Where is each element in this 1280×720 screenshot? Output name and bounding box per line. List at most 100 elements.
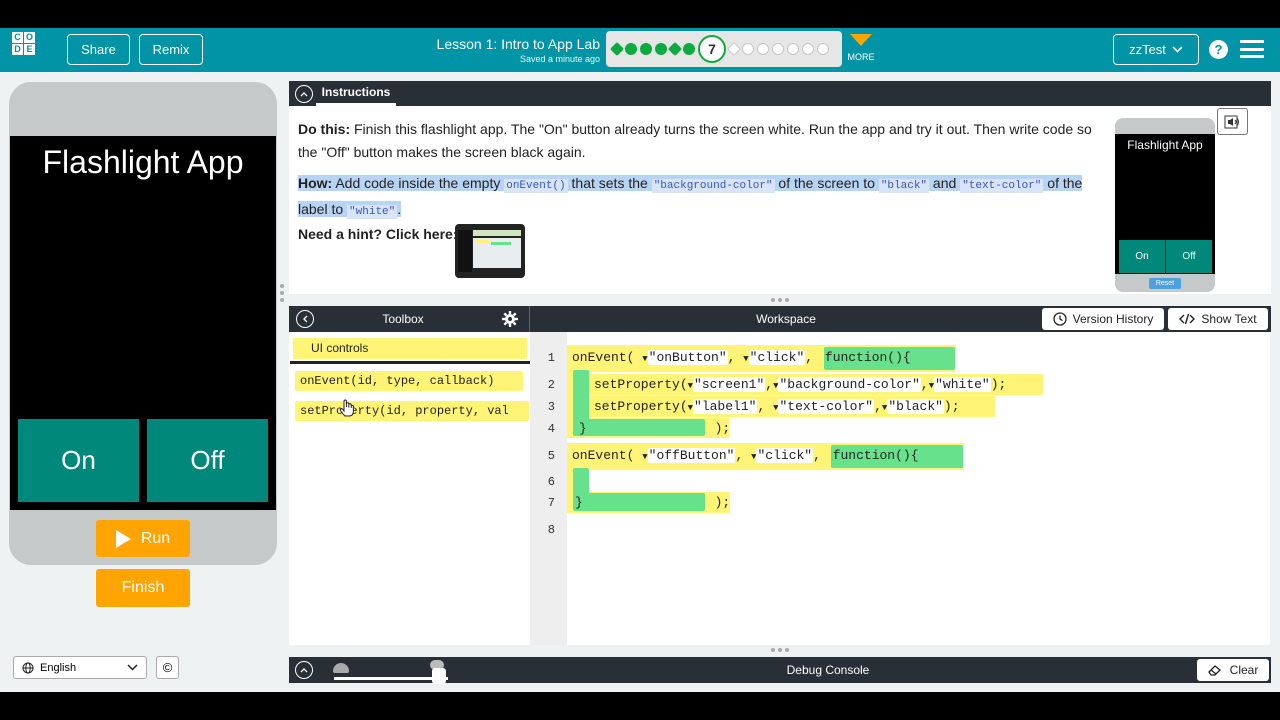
help-icon[interactable]: ?: [1209, 40, 1228, 59]
finish-button[interactable]: Finish: [96, 569, 190, 607]
remix-button[interactable]: Remix: [139, 34, 203, 65]
how-highlight: How: Add code inside the empty onEvent()…: [298, 175, 1083, 219]
progress-level-4[interactable]: [655, 43, 667, 55]
how-label: How:: [298, 175, 333, 191]
progress-level-11[interactable]: [772, 43, 784, 55]
text-to-speech-button[interactable]: [1217, 108, 1248, 135]
progress-level-1[interactable]: [609, 41, 625, 57]
how-paragraph: How: Add code inside the empty onEvent()…: [298, 172, 1112, 224]
empty-statement-slot[interactable]: [589, 472, 615, 492]
run-button[interactable]: Run: [96, 520, 190, 557]
logo-letter-c: C: [12, 32, 23, 43]
code-org-logo[interactable]: C O D E: [12, 32, 46, 66]
expand-debug-icon[interactable]: [295, 661, 313, 679]
gear-icon[interactable]: [502, 311, 518, 327]
mini-off-button: Off: [1166, 240, 1212, 273]
progress-level-14[interactable]: [817, 43, 829, 55]
show-text-label: Show Text: [1201, 312, 1257, 326]
progress-level-13[interactable]: [802, 43, 814, 55]
workspace-title: Workspace: [756, 312, 816, 326]
clear-console-button[interactable]: Clear: [1197, 659, 1269, 681]
line-number: 6: [547, 475, 555, 489]
code-tag: "background-color": [651, 179, 775, 193]
version-history-label: Version History: [1072, 312, 1154, 326]
tab-instructions[interactable]: Instructions: [316, 81, 396, 106]
code-string-dropdown[interactable]: "click": [756, 448, 814, 463]
code-function-keyword: function(){: [824, 350, 911, 365]
do-this-paragraph: Do this: Finish this flashlight app. The…: [298, 118, 1112, 164]
code-function-name: onEvent(: [572, 350, 635, 365]
how-text: and: [929, 175, 961, 191]
language-select[interactable]: English: [13, 656, 147, 679]
logo-blank: [36, 32, 47, 43]
show-text-button[interactable]: Show Text: [1168, 308, 1268, 330]
code-string-dropdown[interactable]: "onButton": [647, 350, 728, 365]
code-string-dropdown[interactable]: "black": [887, 399, 944, 414]
chevron-down-icon: [1172, 46, 1183, 53]
progress-level-8[interactable]: [726, 41, 742, 57]
speed-slider-track[interactable]: [334, 677, 448, 680]
logo-blank: [36, 44, 47, 55]
code-close-brace: }: [575, 495, 583, 510]
toolbox-block-setproperty[interactable]: setProperty(id, property, val: [295, 401, 529, 421]
app-off-button[interactable]: Off: [147, 419, 268, 502]
collapse-instructions-icon[interactable]: [295, 85, 313, 103]
code-close-paren: );: [714, 421, 731, 436]
app-on-button[interactable]: On: [18, 419, 139, 502]
code-string-dropdown[interactable]: "white": [934, 377, 991, 392]
code-function-name: setProperty(: [594, 399, 688, 414]
user-menu-button[interactable]: zzTest: [1113, 34, 1199, 65]
progress-level-6[interactable]: [683, 43, 695, 55]
code-tag: onEvent(): [504, 179, 568, 193]
speed-slider-handle[interactable]: [432, 668, 446, 684]
code-string-dropdown[interactable]: "offButton": [647, 448, 736, 463]
progress-level-9[interactable]: [742, 43, 754, 55]
progress-level-5[interactable]: [667, 41, 683, 57]
copyright-button[interactable]: ©: [156, 656, 179, 679]
logo-letter-d: D: [12, 44, 23, 55]
how-text: .: [397, 201, 402, 217]
code-string-dropdown[interactable]: "click": [748, 350, 806, 365]
do-this-text: Finish this flashlight app. The "On" but…: [298, 121, 1092, 160]
resize-handle[interactable]: [771, 298, 791, 302]
resize-handle[interactable]: [771, 648, 791, 652]
code-function-name: onEvent(: [572, 448, 635, 463]
toolbox-category-ui-controls[interactable]: UI controls: [293, 338, 527, 359]
version-history-button[interactable]: Version History: [1042, 308, 1164, 330]
code-tag: "black": [878, 179, 930, 193]
code-string-dropdown[interactable]: "screen1": [693, 377, 766, 392]
progress-current-level[interactable]: 7: [698, 35, 726, 63]
eraser-icon: [1207, 665, 1221, 676]
progress-level-2[interactable]: [625, 43, 637, 55]
line-number: 3: [547, 400, 555, 414]
clear-label: Clear: [1229, 663, 1259, 677]
lesson-title[interactable]: Lesson 1: Intro to App Lab: [420, 36, 600, 52]
top-header: C O D E Share Remix Lesson 1: Intro to A…: [0, 28, 1280, 72]
progress-level-12[interactable]: [787, 43, 799, 55]
progress-level-10[interactable]: [757, 43, 769, 55]
app-window: C O D E Share Remix Lesson 1: Intro to A…: [0, 0, 1280, 720]
code-string-dropdown[interactable]: "label1": [693, 399, 758, 414]
resize-handle-vertical[interactable]: [280, 284, 284, 304]
hint-video-thumbnail[interactable]: [455, 224, 525, 278]
share-button[interactable]: Share: [67, 34, 130, 65]
hand-cursor-icon: [339, 399, 354, 417]
hamburger-menu-icon[interactable]: [1240, 40, 1264, 58]
run-label: Run: [140, 529, 171, 547]
instructions-header: [289, 81, 1271, 106]
chevron-down-icon: [127, 664, 138, 671]
chevron-down-icon: [850, 34, 872, 46]
code-string-dropdown[interactable]: "text-color": [778, 399, 875, 414]
code-string-dropdown[interactable]: "background-color": [778, 377, 921, 392]
mini-on-button: On: [1119, 240, 1165, 273]
code-tag: "white": [347, 205, 398, 219]
globe-icon: [22, 662, 34, 673]
line-number: 1: [547, 351, 555, 365]
hint-label: Need a hint? Click here:: [298, 226, 458, 242]
more-levels-button[interactable]: MORE: [846, 34, 876, 62]
toolbox-block-onevent[interactable]: onEvent(id, type, callback): [295, 371, 523, 391]
progress-level-3[interactable]: [640, 43, 652, 55]
mini-reset-button: Reset: [1149, 278, 1181, 289]
logo-letter-e: E: [24, 44, 35, 55]
category-divider: [290, 361, 530, 364]
